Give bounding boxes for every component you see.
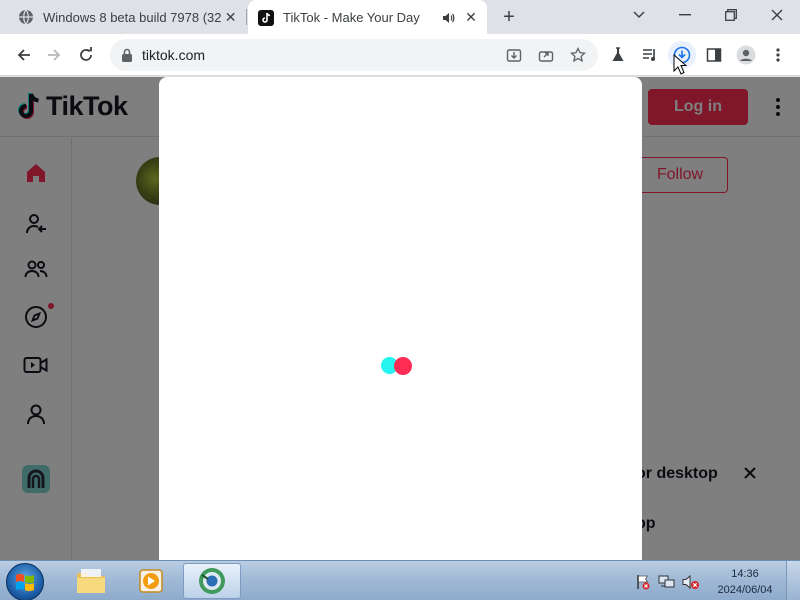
network-icon[interactable]: [658, 573, 676, 591]
tab-separator: [246, 9, 247, 25]
tab-search-icon[interactable]: [616, 0, 662, 30]
media-control-icon[interactable]: [636, 41, 664, 69]
media-player-taskbar-button[interactable]: [122, 563, 180, 599]
back-button[interactable]: [10, 41, 38, 69]
tab-title: TikTok - Make Your Day: [283, 10, 420, 25]
windows-logo-icon: [16, 573, 34, 592]
mouse-cursor-icon: [673, 53, 688, 76]
tiktok-page: TikTok Log in Follow view or desktop pp: [0, 77, 800, 560]
login-modal: [159, 77, 642, 560]
labs-flask-icon[interactable]: [604, 41, 632, 69]
windows-taskbar: 14:36 2024/06/04: [0, 560, 800, 600]
media-player-icon: [139, 569, 163, 593]
close-window-button[interactable]: [754, 0, 800, 30]
tab-strip: Windows 8 beta build 7978 (32 b ✕ TikTok…: [0, 0, 800, 35]
loading-spinner: [381, 357, 413, 375]
lock-icon[interactable]: [120, 47, 136, 63]
tab-title: Windows 8 beta build 7978 (32 b: [43, 9, 222, 25]
show-desktop-button[interactable]: [786, 561, 800, 600]
browser-icon: [199, 568, 225, 594]
chrome-taskbar-button[interactable]: [183, 563, 241, 599]
chrome-menu-icon[interactable]: [764, 41, 792, 69]
tab-tiktok[interactable]: TikTok - Make Your Day ✕: [248, 0, 487, 35]
side-panel-icon[interactable]: [700, 41, 728, 69]
speaker-icon[interactable]: [439, 9, 457, 27]
new-tab-button[interactable]: +: [496, 5, 522, 29]
loader-red-dot: [394, 357, 412, 375]
browser-toolbar: tiktok.com: [0, 34, 800, 76]
folder-icon: [77, 569, 105, 593]
tab-windows8[interactable]: Windows 8 beta build 7978 (32 b ✕: [8, 0, 246, 34]
start-button[interactable]: [6, 563, 44, 600]
action-center-flag-icon[interactable]: [634, 573, 652, 591]
restore-button[interactable]: [708, 0, 754, 30]
tab-close-icon[interactable]: ✕: [461, 8, 481, 28]
address-bar[interactable]: tiktok.com: [110, 39, 598, 71]
share-icon[interactable]: [534, 43, 558, 67]
tab-close-icon[interactable]: ✕: [221, 7, 240, 27]
forward-button[interactable]: [40, 41, 68, 69]
clock-time: 14:36: [731, 568, 759, 580]
tiktok-icon: [258, 9, 274, 26]
url-text: tiktok.com: [142, 47, 206, 63]
volume-muted-icon[interactable]: [682, 573, 700, 591]
system-clock[interactable]: 14:36 2024/06/04: [712, 566, 778, 598]
reload-button[interactable]: [72, 41, 100, 69]
file-explorer-taskbar-button[interactable]: [62, 563, 120, 599]
profile-avatar-icon[interactable]: [732, 41, 760, 69]
clock-date: 2024/06/04: [717, 584, 773, 596]
minimize-button[interactable]: [662, 0, 708, 30]
globe-icon: [18, 9, 34, 25]
install-app-icon[interactable]: [502, 43, 526, 67]
bookmark-star-icon[interactable]: [566, 43, 590, 67]
